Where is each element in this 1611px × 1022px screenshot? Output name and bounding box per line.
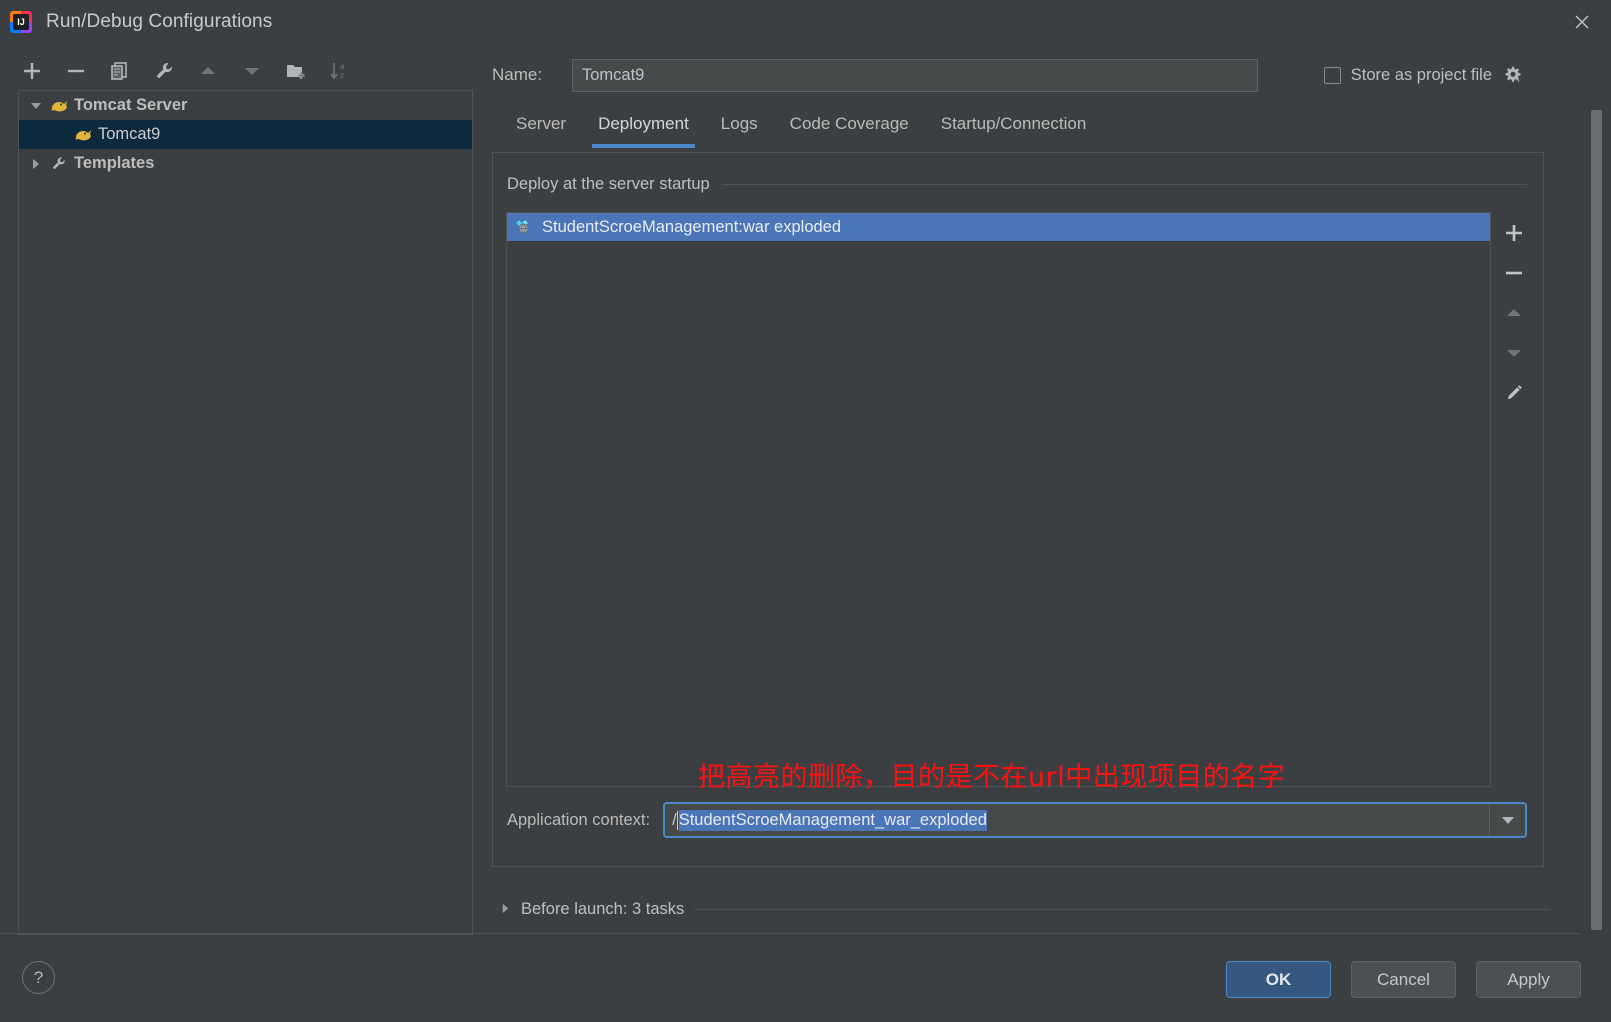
chevron-down-icon[interactable] [1489,804,1525,836]
tab-server[interactable]: Server [500,110,582,148]
name-label: Name: [492,65,543,84]
page-title: Run/Debug Configurations [46,11,273,32]
name-input[interactable] [572,58,1258,92]
remove-configuration-button[interactable] [62,57,90,85]
configuration-tabs: Server Deployment Logs Code Coverage Sta… [500,110,1102,152]
tree-node-label: Tomcat Server [74,96,188,114]
help-button[interactable]: ? [22,961,55,994]
list-item-label: StudentScroeManagement:war exploded [542,217,842,236]
group-title: Deploy at the server startup [507,175,710,193]
tree-node-templates[interactable]: Templates [19,149,472,178]
tomcat-icon [47,97,69,115]
folder-add-icon[interactable] [282,57,310,85]
sort-az-icon[interactable]: a z [326,57,354,85]
text-caret [676,810,678,830]
remove-artifact-button[interactable] [1498,258,1530,288]
name-row: Name: Store as project file [492,58,1552,92]
move-up-button[interactable] [194,57,222,85]
tree-node-label: Templates [74,154,155,172]
tree-node-tomcat-server[interactable]: Tomcat Server [19,91,472,120]
tab-deployment[interactable]: Deployment [582,110,705,148]
wrench-icon[interactable] [150,57,178,85]
cancel-button[interactable]: Cancel [1351,961,1456,998]
move-artifact-down-button[interactable] [1498,338,1530,368]
copy-configuration-button[interactable] [106,57,134,85]
gear-dropdown-icon[interactable] [1502,64,1524,86]
store-as-project-file-group: Store as project file [1323,58,1524,92]
scrollbar-thumb[interactable] [1591,110,1602,930]
context-selected-text: StudentScroeManagement_war_exploded [678,809,987,831]
store-as-project-file-checkbox[interactable] [1323,66,1341,84]
svg-text:a: a [340,62,345,71]
close-icon[interactable] [1553,0,1611,44]
move-down-button[interactable] [238,57,266,85]
tree-node-tomcat9[interactable]: Tomcat9 [19,120,472,149]
before-launch-section[interactable]: Before launch: 3 tasks [500,900,1550,919]
svg-text:z: z [340,71,344,80]
add-configuration-button[interactable] [18,57,46,85]
deploy-at-startup-group-header: Deploy at the server startup [507,175,1527,194]
intellij-idea-icon: IJ [10,11,32,33]
before-launch-label: Before launch: 3 tasks [521,900,685,918]
tree-node-label: Tomcat9 [98,125,161,143]
tab-code-coverage[interactable]: Code Coverage [774,110,925,148]
tab-startup-connection[interactable]: Startup/Connection [925,110,1103,148]
chevron-right-icon[interactable] [500,900,511,919]
vertical-scrollbar[interactable] [1590,110,1603,930]
configurations-toolbar: a z [18,52,478,90]
artifact-list-toolbar [1493,212,1535,408]
deployment-artifact-list[interactable]: StudentScroeManagement:war exploded [506,212,1491,787]
pencil-icon[interactable] [1498,378,1530,408]
dialog-footer: OK Cancel Apply [1226,961,1581,998]
ok-button[interactable]: OK [1226,961,1331,998]
deployment-panel: Deploy at the server startup StudentScro… [492,152,1544,867]
store-as-project-file-label[interactable]: Store as project file [1351,66,1492,85]
run-debug-configurations-dialog: IJ Run/Debug Configurations a z Tomcat S… [0,0,1611,1022]
application-context-label: Application context: [507,810,651,829]
group-separator [721,184,1527,185]
tomcat-icon [71,126,93,144]
chevron-down-icon[interactable] [25,91,47,120]
before-launch-separator [694,909,1550,910]
application-context-row: Application context: / StudentScroeManage… [507,802,1527,838]
annotation-text: 把高亮的删除，目的是不在url中出现项目的名字 [698,762,1286,793]
application-context-combobox[interactable]: / StudentScroeManagement_war_exploded [663,802,1527,838]
list-item[interactable]: StudentScroeManagement:war exploded [507,213,1490,241]
wrench-icon [47,155,69,173]
titlebar: IJ Run/Debug Configurations [0,0,1611,44]
move-artifact-up-button[interactable] [1498,298,1530,328]
apply-button[interactable]: Apply [1476,961,1581,998]
tab-logs[interactable]: Logs [705,110,774,148]
artifact-icon [515,218,535,236]
chevron-right-icon[interactable] [25,149,47,178]
add-artifact-button[interactable] [1498,218,1530,248]
footer-separator [0,933,1580,934]
application-context-input[interactable]: / StudentScroeManagement_war_exploded [665,804,1489,836]
configurations-tree: Tomcat Server Tomcat9 Templates [18,90,473,935]
